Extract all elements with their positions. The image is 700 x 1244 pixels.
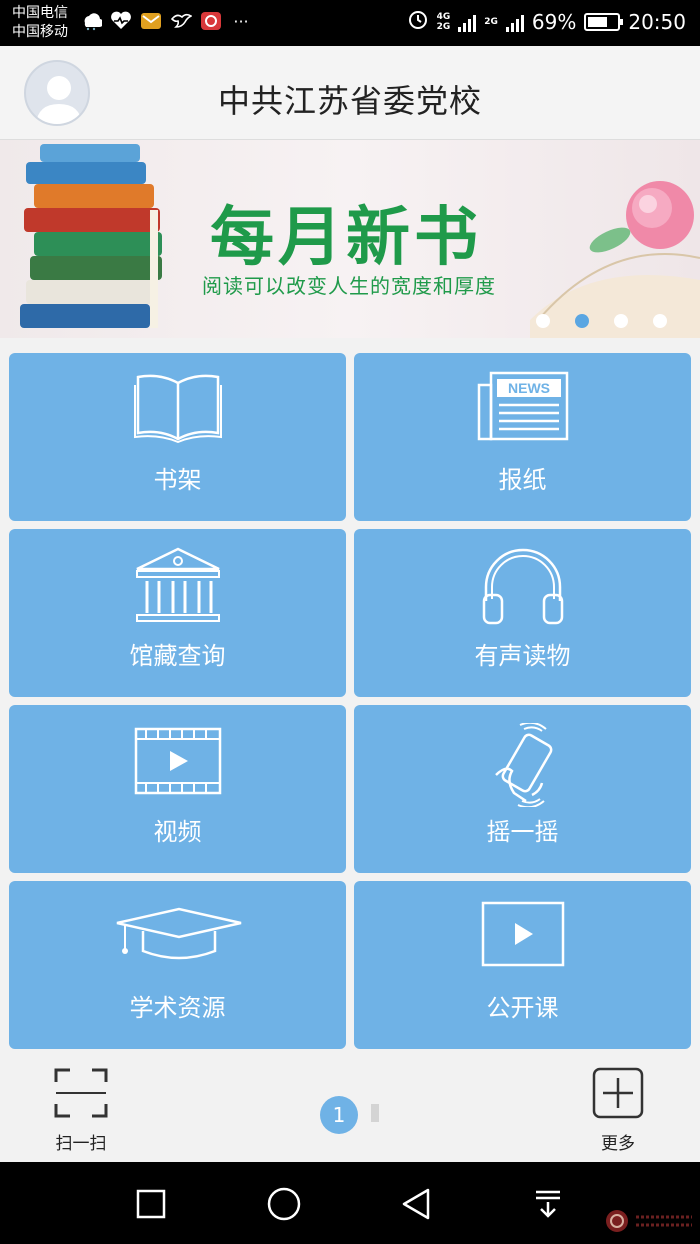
pull-down-icon [536, 1190, 560, 1218]
more-button[interactable]: 更多 [590, 1066, 646, 1154]
back-triangle-icon [402, 1188, 430, 1220]
carousel-dot-active[interactable] [575, 314, 589, 328]
network-type-2: 2G [436, 21, 451, 32]
shake-phone-icon [494, 723, 552, 807]
tile-label: 报纸 [498, 466, 547, 494]
carousel-dot[interactable] [653, 314, 667, 328]
health-icon [110, 10, 132, 32]
plus-icon [592, 1067, 644, 1119]
seal-icon [606, 1210, 628, 1232]
system-nav-bar [0, 1162, 700, 1244]
newspaper-icon: NEWS [477, 371, 568, 441]
tile-label: 学术资源 [129, 994, 226, 1022]
tile-audiobooks[interactable]: 有声读物 [354, 529, 691, 697]
signal-2-icon [505, 12, 524, 32]
scan-label: 扫一扫 [55, 1134, 107, 1154]
carrier-1: 中国电信 [12, 5, 68, 21]
play-screen-icon [481, 901, 564, 967]
app-header: 中共江苏省委党校 [0, 46, 700, 140]
alarm-icon [407, 8, 429, 35]
back-button[interactable] [396, 1184, 436, 1224]
bird-icon [170, 10, 192, 32]
tile-video[interactable]: 视频 [9, 705, 346, 873]
tile-label: 摇一摇 [486, 818, 559, 846]
notification-shade-button[interactable] [528, 1184, 568, 1224]
book-stack-icon [20, 144, 162, 328]
tile-catalog-search[interactable]: 馆藏查询 [9, 529, 346, 697]
system-status: 4G 2G 2G 69% 20:50 [407, 8, 686, 35]
page-indicator-next[interactable] [371, 1104, 379, 1122]
news-app-icon [200, 10, 222, 32]
home-button[interactable] [264, 1184, 304, 1224]
network-type: 4G 2G [437, 12, 451, 32]
network-type-1: 4G [436, 11, 451, 22]
clock: 20:50 [628, 9, 686, 34]
more-label: 更多 [601, 1134, 635, 1154]
carousel-dot[interactable] [536, 314, 550, 328]
video-film-icon [134, 727, 221, 795]
battery-icon [584, 12, 624, 31]
headphones-icon [482, 548, 563, 625]
tile-academic-resources[interactable]: 学术资源 [9, 881, 346, 1049]
weather-icon [80, 10, 102, 32]
status-bar: 中国电信 中国移动 ··· 4G 2G 2G 69% 20:50 [0, 0, 700, 46]
network-type-3: 2G [484, 16, 498, 27]
tile-label: 视频 [153, 818, 202, 846]
tile-open-courses[interactable]: 公开课 [354, 881, 691, 1049]
news-text: NEWS [508, 380, 550, 396]
banner-title: 每月新书 [210, 201, 482, 275]
more-notifications-icon: ··· [233, 11, 249, 31]
bottom-toolbar: 扫一扫 1 更多 [0, 1052, 700, 1162]
watermark [604, 1208, 694, 1234]
mail-icon [140, 10, 162, 32]
tile-newspaper[interactable]: NEWS 报纸 [354, 353, 691, 521]
scan-button[interactable]: 扫一扫 [50, 1066, 112, 1154]
carrier-info: 中国电信 中国移动 [12, 4, 68, 42]
page-title: 中共江苏省委党校 [217, 82, 482, 120]
open-book-icon [133, 374, 222, 443]
tile-label: 有声读物 [474, 642, 571, 670]
library-building-icon [135, 547, 220, 622]
circle-icon [267, 1187, 301, 1221]
tile-shake[interactable]: 摇一摇 [354, 705, 691, 873]
signal-1-icon [458, 12, 477, 32]
carrier-2: 中国移动 [12, 24, 68, 40]
battery-percent: 69% [531, 9, 577, 34]
tile-label: 公开课 [486, 994, 559, 1022]
tile-bookshelf[interactable]: 书架 [9, 353, 346, 521]
recents-button[interactable] [131, 1184, 171, 1224]
scan-icon [54, 1068, 108, 1118]
tile-label: 馆藏查询 [129, 642, 226, 670]
graduation-cap-icon [116, 907, 241, 960]
banner-subtitle: 阅读可以改变人生的宽度和厚度 [202, 274, 496, 298]
square-icon [136, 1189, 166, 1219]
banner-carousel[interactable]: 每月新书 阅读可以改变人生的宽度和厚度 [0, 140, 700, 338]
page-indicator[interactable]: 1 [320, 1096, 358, 1134]
watermark-text-icon [636, 1215, 692, 1227]
tile-label: 书架 [153, 466, 202, 494]
carousel-dot[interactable] [614, 314, 628, 328]
carousel-indicator [536, 314, 667, 328]
notification-icons: ··· [80, 10, 252, 32]
